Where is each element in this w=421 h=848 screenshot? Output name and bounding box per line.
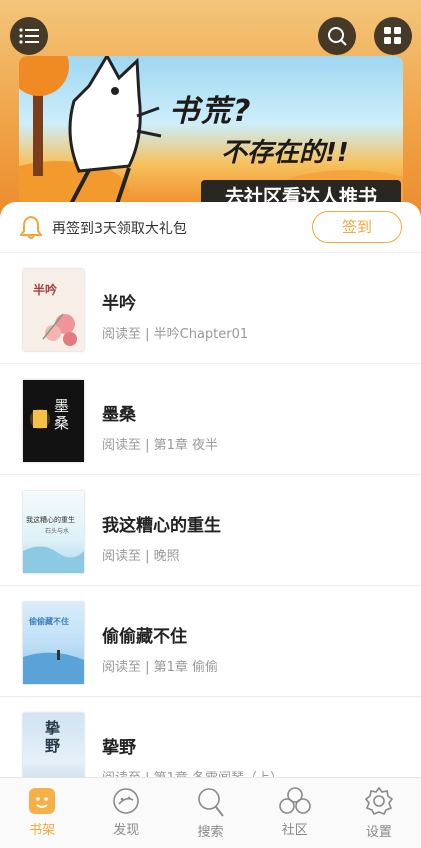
banner-headline: 书荒? <box>169 94 253 129</box>
nav-bookshelf[interactable]: 书架 <box>0 778 84 848</box>
nav-discover[interactable]: 发现 <box>84 778 168 848</box>
discover-icon <box>113 788 140 814</box>
nav-label: 搜索 <box>197 825 224 840</box>
nav-community[interactable]: 社区 <box>253 778 337 848</box>
nav-settings[interactable]: 设置 <box>337 778 421 848</box>
cover-text: 挚野 <box>45 719 61 755</box>
reading-progress: 阅读至 | 第1章 偷偷 <box>102 660 219 675</box>
book-title: 我这糟心的重生 <box>102 516 221 536</box>
book-cover: 我这糟心的重生 石头与水 <box>23 491 84 573</box>
bottom-navigation: 书架 发现 搜索 社区 设置 <box>0 777 421 848</box>
book-row-banyin[interactable]: 半吟 半吟 阅读至 | 半吟Chapter01 <box>0 253 421 364</box>
reading-progress: 阅读至 | 半吟Chapter01 <box>102 327 249 342</box>
cover-text: 偷偷藏不住 <box>29 617 69 626</box>
nav-label: 设置 <box>365 825 392 840</box>
cover-text: 半吟 <box>33 283 58 297</box>
bookshelf-card: 再签到3天领取大礼包 签到 半吟 半吟 阅读至 | 半吟Chapter01 墨桑… <box>0 202 421 777</box>
cover-author: 石头与水 <box>45 528 70 535</box>
book-cover: 挚野 <box>23 713 84 777</box>
reading-progress: 阅读至 | 晚照 <box>102 549 180 564</box>
cover-text: 我这糟心的重生 <box>26 516 75 524</box>
reading-progress: 阅读至 | 第1章 冬雪闻琴（上） <box>102 767 283 777</box>
nav-search[interactable]: 搜索 <box>168 778 252 848</box>
settings-icon <box>364 786 394 816</box>
book-cover: 偷偷藏不住 <box>23 602 84 684</box>
book-row-zaoxin[interactable]: 我这糟心的重生 石头与水 我这糟心的重生 阅读至 | 晚照 <box>0 475 421 586</box>
book-title: 挚野 <box>102 738 136 758</box>
community-icon <box>278 787 311 814</box>
grid-view-button[interactable] <box>374 17 412 55</box>
grid-icon <box>384 27 401 44</box>
book-row-zhiye[interactable]: 挚野 挚野 阅读至 | 第1章 冬雪闻琴（上） <box>0 697 421 777</box>
banner-subheadline: 不存在的!! <box>221 138 349 168</box>
bookshelf-icon <box>29 788 56 814</box>
checkin-message: 再签到3天领取大礼包 <box>52 221 187 237</box>
banner-artwork: 书荒? 不存在的!! 去社区看达人推书 <box>19 56 403 206</box>
search-button[interactable] <box>318 17 356 55</box>
search-icon <box>197 788 224 817</box>
nav-label: 书架 <box>29 823 56 838</box>
book-row-toutou[interactable]: 偷偷藏不住 偷偷藏不住 阅读至 | 第1章 偷偷 <box>0 586 421 697</box>
book-cover: 半吟 <box>23 269 84 351</box>
checkin-bar: 再签到3天领取大礼包 签到 <box>0 202 421 253</box>
book-title: 半吟 <box>102 294 136 314</box>
menu-icon <box>19 28 39 44</box>
nav-label: 社区 <box>281 823 308 838</box>
book-cover: 墨桑 <box>23 380 84 462</box>
bell-icon <box>20 215 42 239</box>
menu-button[interactable] <box>10 17 48 55</box>
nav-label: 发现 <box>113 823 140 838</box>
book-row-mosang[interactable]: 墨桑 墨桑 阅读至 | 第1章 夜半 <box>0 364 421 475</box>
book-title: 偷偷藏不住 <box>102 627 187 647</box>
cover-text: 墨桑 <box>54 397 70 432</box>
checkin-button[interactable]: 签到 <box>312 211 402 243</box>
promo-banner[interactable]: 书荒? 不存在的!! 去社区看达人推书 <box>0 0 421 225</box>
search-icon <box>328 27 347 46</box>
book-title: 墨桑 <box>102 405 136 425</box>
reading-progress: 阅读至 | 第1章 夜半 <box>102 438 219 453</box>
